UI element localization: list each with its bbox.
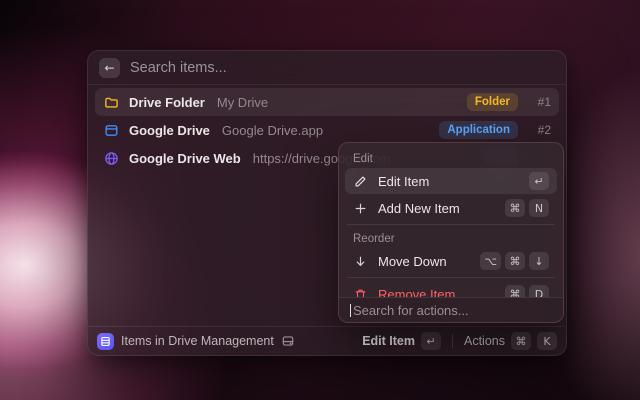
item-title: Drive Folder <box>129 94 205 110</box>
key-n: N <box>529 199 549 217</box>
globe-icon <box>103 150 119 166</box>
plus-icon <box>353 201 368 216</box>
key-cmd: ⌘ <box>505 285 525 297</box>
section-divider <box>347 277 555 278</box>
section-header-edit: Edit <box>353 153 373 165</box>
back-button[interactable]: ← <box>99 57 120 78</box>
app-window-icon <box>103 122 119 138</box>
status-bar: Items in Drive Management Edit Item ↵ Ac… <box>88 326 566 355</box>
section-header-reorder: Reorder <box>353 233 395 245</box>
rank-label: #2 <box>537 123 551 137</box>
extension-icon <box>97 332 114 350</box>
action-label: Add New Item <box>378 200 460 216</box>
rank-label: #1 <box>537 95 551 109</box>
folder-icon <box>103 94 119 110</box>
key-cmd: ⌘ <box>505 199 525 217</box>
key-option: ⌥ <box>480 252 501 270</box>
statusbar-divider <box>452 334 453 348</box>
action-search-field[interactable]: Search for actions... <box>339 297 563 322</box>
key-d: D <box>529 285 549 297</box>
action-panel-list: Edit Edit Item ↵ Add New Item ⌘ N Reorde… <box>339 143 563 297</box>
section-divider <box>347 224 555 225</box>
type-badge: Folder <box>466 93 518 111</box>
text-caret <box>350 303 351 317</box>
action-search-placeholder: Search for actions... <box>353 302 469 318</box>
pencil-icon <box>353 174 368 189</box>
primary-action-button[interactable]: Edit Item ↵ <box>362 332 441 350</box>
list-item-google-drive[interactable]: Google Drive Google Drive.app Applicatio… <box>95 116 559 144</box>
primary-action-label: Edit Item <box>362 334 415 348</box>
search-input[interactable]: Search items... <box>130 60 227 76</box>
action-panel: Edit Edit Item ↵ Add New Item ⌘ N Reorde… <box>338 142 564 323</box>
key-cmd: ⌘ <box>505 252 525 270</box>
list-item-drive-folder[interactable]: Drive Folder My Drive Folder #1 <box>95 88 559 116</box>
key-k: K <box>537 332 557 350</box>
source-label: Items in Drive Management <box>121 334 274 348</box>
item-subtitle: Google Drive.app <box>221 122 324 138</box>
key-arrow-down: ↓ <box>529 252 549 270</box>
action-add-new-item[interactable]: Add New Item ⌘ N <box>345 195 557 221</box>
key-cmd: ⌘ <box>511 332 531 350</box>
search-bar: ← Search items... <box>88 51 566 85</box>
trash-icon <box>353 287 368 297</box>
action-edit-item[interactable]: Edit Item ↵ <box>345 168 557 194</box>
launcher-window: ← Search items... Drive Folder My Drive … <box>87 50 567 356</box>
back-arrow-icon: ← <box>104 60 115 75</box>
action-move-down[interactable]: Move Down ⌥ ⌘ ↓ <box>345 248 557 274</box>
item-title: Google Drive Web <box>129 150 241 166</box>
key-return: ↵ <box>421 332 441 350</box>
action-label: Edit Item <box>378 173 430 189</box>
key-return: ↵ <box>529 172 549 190</box>
item-subtitle: My Drive <box>216 94 269 110</box>
item-title: Google Drive <box>129 122 210 138</box>
type-badge: Application <box>439 121 518 139</box>
action-label: Remove Item <box>378 286 456 298</box>
actions-label: Actions <box>464 334 505 348</box>
action-remove-item[interactable]: Remove Item ⌘ D <box>345 281 557 297</box>
drive-icon <box>281 334 295 348</box>
arrow-down-icon <box>353 254 368 269</box>
action-label: Move Down <box>378 253 447 269</box>
actions-menu-button[interactable]: Actions ⌘ K <box>464 332 557 350</box>
